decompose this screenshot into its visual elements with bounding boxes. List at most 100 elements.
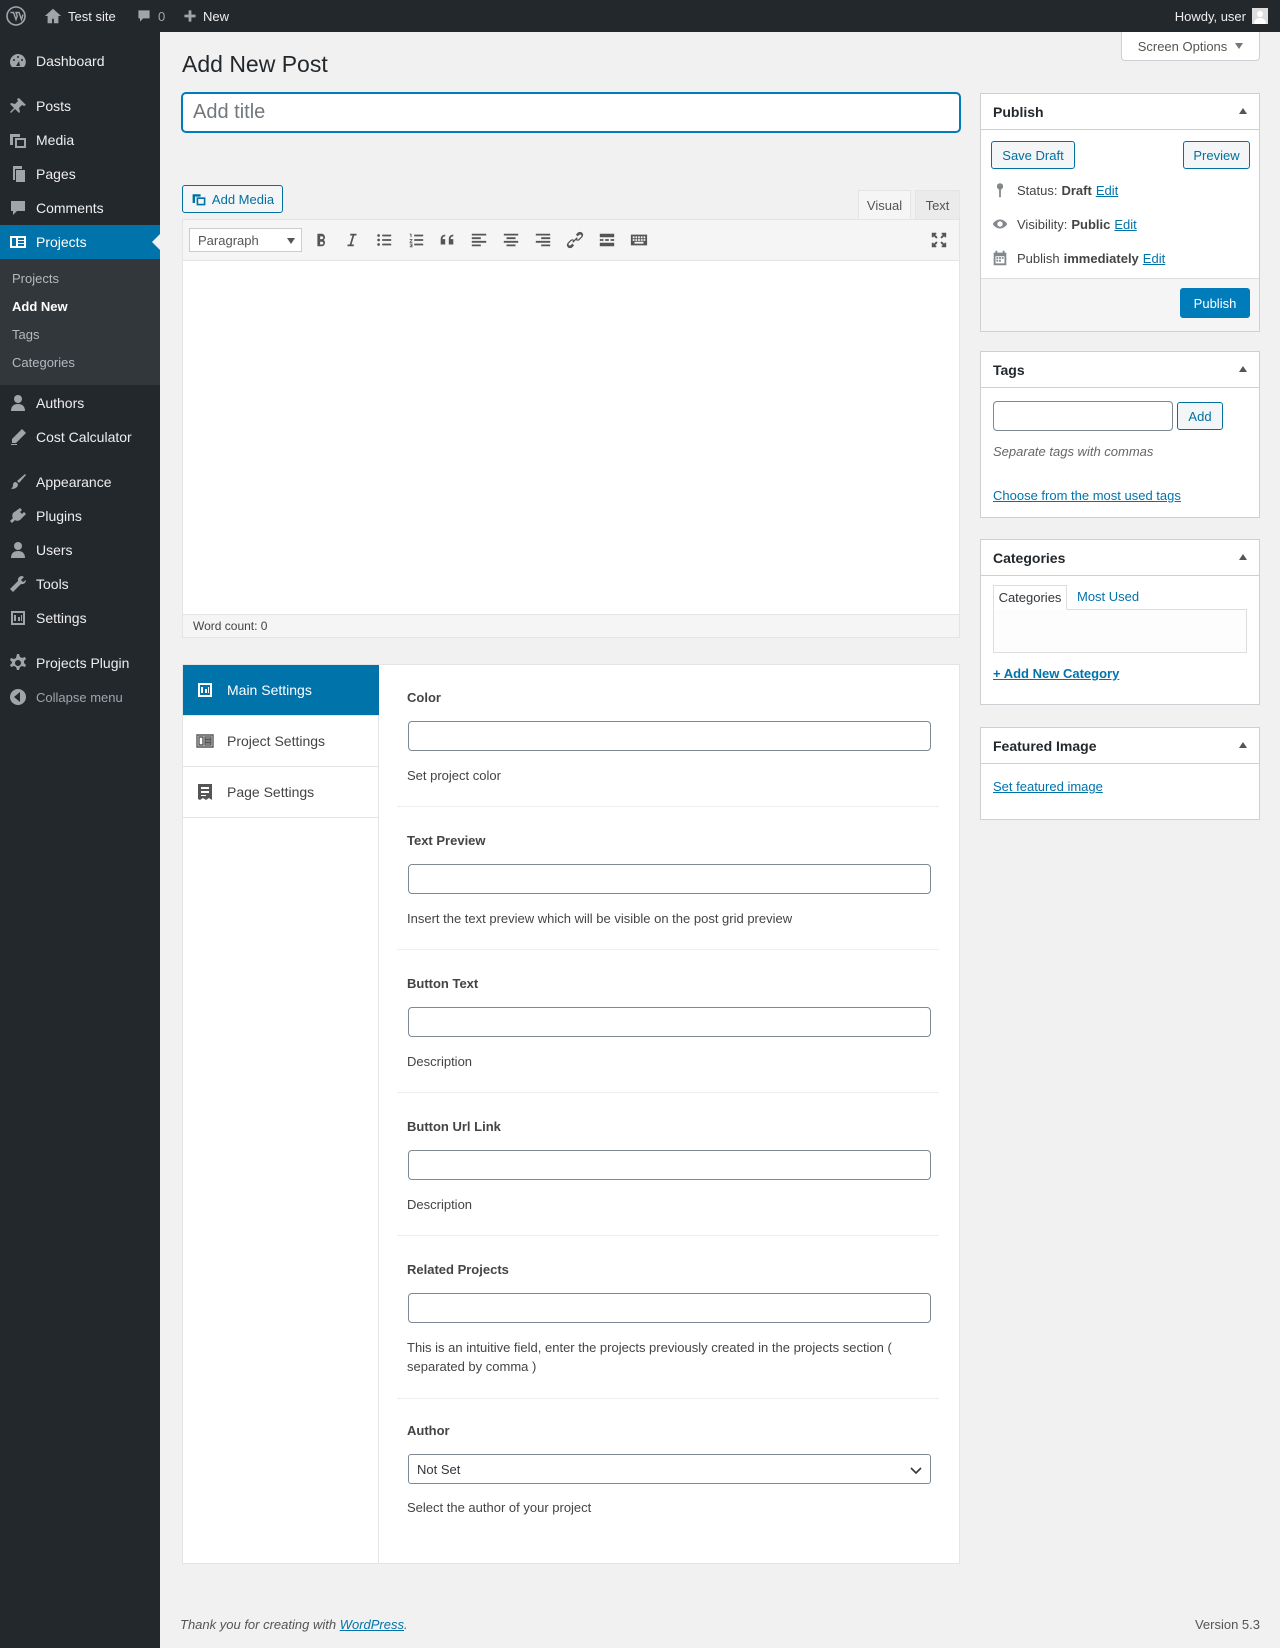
divider: [397, 806, 939, 807]
sidebar-item-label: Media: [36, 132, 75, 148]
sidebar-item-users[interactable]: Users: [0, 533, 160, 567]
bulleted-list-icon[interactable]: [374, 230, 394, 250]
publish-box-title: Publish: [993, 103, 1044, 120]
tab-all-categories[interactable]: Categories: [993, 585, 1067, 610]
featured-image-header[interactable]: Featured Image: [981, 728, 1259, 764]
set-featured-image-link[interactable]: Set featured image: [993, 779, 1103, 794]
tags-box-title: Tags: [993, 361, 1025, 378]
format-select[interactable]: Paragraph: [189, 228, 302, 252]
edit-status-link[interactable]: Edit: [1096, 183, 1118, 198]
projects-submenu: Projects Add New Tags Categories: [0, 259, 160, 385]
add-tag-button[interactable]: Add: [1177, 402, 1223, 430]
categories-box-header[interactable]: Categories: [981, 540, 1259, 576]
sidebar-item-authors[interactable]: Authors: [0, 386, 160, 420]
sidebar-item-settings[interactable]: Settings: [0, 601, 160, 635]
collapse-arrow-icon[interactable]: [1239, 366, 1247, 372]
post-title-input[interactable]: [182, 93, 960, 132]
preview-button[interactable]: Preview: [1183, 141, 1250, 169]
field-description: Description: [407, 1054, 473, 1069]
tags-box-header[interactable]: Tags: [981, 352, 1259, 388]
sidebar-item-dashboard[interactable]: Dashboard: [0, 44, 160, 78]
tab-page-settings[interactable]: Page Settings: [183, 767, 379, 818]
align-center-icon[interactable]: [501, 230, 521, 250]
tab-project-settings[interactable]: Project Settings: [183, 716, 379, 767]
brush-icon: [0, 472, 36, 492]
collapse-arrow-icon[interactable]: [1239, 742, 1247, 748]
align-right-icon[interactable]: [533, 230, 553, 250]
author-value: Not Set: [417, 1461, 461, 1477]
collapse-arrow-icon[interactable]: [1239, 554, 1247, 560]
site-name-link[interactable]: Test site: [44, 0, 116, 32]
related-projects-input[interactable]: [408, 1293, 931, 1323]
italic-icon[interactable]: [342, 230, 362, 250]
comments-link[interactable]: 0: [136, 0, 165, 32]
toolbar-toggle-icon[interactable]: [629, 230, 649, 250]
read-more-icon[interactable]: [597, 230, 617, 250]
calendar-icon: [993, 250, 1007, 266]
wordpress-link[interactable]: WordPress: [340, 1617, 404, 1632]
project-settings-box: Main Settings Project Settings Page Sett…: [182, 664, 960, 1564]
edit-schedule-link[interactable]: Edit: [1143, 251, 1165, 266]
tab-visual[interactable]: Visual: [858, 190, 911, 220]
publish-box-header[interactable]: Publish: [981, 94, 1259, 130]
publish-label: Publish: [1017, 250, 1060, 266]
sidebar-item-appearance[interactable]: Appearance: [0, 465, 160, 499]
gear-icon: [0, 653, 36, 673]
screen-options-button[interactable]: Screen Options: [1121, 32, 1260, 61]
button-url-input[interactable]: [408, 1150, 931, 1180]
sidebar-item-cost-calculator[interactable]: Cost Calculator: [0, 420, 160, 454]
sidebar-item-tools[interactable]: Tools: [0, 567, 160, 601]
add-media-button[interactable]: Add Media: [182, 185, 283, 213]
post-editor: Paragraph Word count: 0: [182, 219, 960, 638]
submenu-item-tags[interactable]: Tags: [12, 327, 39, 342]
field-description: This is an intuitive field, enter the pr…: [407, 1340, 892, 1374]
author-select[interactable]: Not Set: [408, 1454, 931, 1484]
add-media-label: Add Media: [211, 191, 275, 207]
color-input[interactable]: [408, 721, 931, 751]
publish-button[interactable]: Publish: [1180, 288, 1250, 318]
bold-icon[interactable]: [311, 230, 331, 250]
tab-main-settings[interactable]: Main Settings: [183, 665, 379, 716]
sidebar-item-label: Cost Calculator: [36, 429, 132, 445]
save-draft-button[interactable]: Save Draft: [991, 141, 1075, 169]
collapse-arrow-icon[interactable]: [1239, 108, 1247, 114]
wordpress-logo-icon[interactable]: [6, 0, 26, 32]
pin-icon: [0, 96, 36, 116]
sidebar-item-media[interactable]: Media: [0, 123, 160, 157]
sidebar-item-pages[interactable]: Pages: [0, 157, 160, 191]
sidebar-item-projects[interactable]: Projects: [0, 225, 160, 259]
tab-most-used[interactable]: Most Used: [1077, 589, 1139, 604]
tab-label: Project Settings: [227, 733, 326, 749]
pencil-icon: [0, 427, 36, 447]
tab-text[interactable]: Text: [915, 190, 960, 220]
link-icon[interactable]: [565, 230, 585, 250]
submenu-item-categories[interactable]: Categories: [12, 355, 75, 370]
add-new-category-link[interactable]: + Add New Category: [993, 666, 1119, 681]
pages-icon: [0, 164, 36, 184]
field-description: Set project color: [407, 768, 501, 783]
sidebar-item-label: Projects: [36, 234, 87, 250]
media-icon: [192, 194, 206, 206]
new-tag-input[interactable]: [993, 401, 1173, 431]
sidebar-item-posts[interactable]: Posts: [0, 89, 160, 123]
button-text-input[interactable]: [408, 1007, 931, 1037]
chevron-down-icon: [910, 1467, 922, 1475]
sidebar-item-projects-plugin[interactable]: Projects Plugin: [0, 646, 160, 680]
blockquote-icon[interactable]: [437, 230, 457, 250]
numbered-list-icon[interactable]: [406, 230, 426, 250]
user-account-link[interactable]: Howdy, user: [1175, 0, 1268, 32]
sliders-icon: [183, 680, 227, 700]
fullscreen-icon[interactable]: [929, 230, 949, 250]
sidebar-item-comments[interactable]: Comments: [0, 191, 160, 225]
projects-icon: [0, 232, 36, 252]
submenu-item-add-new[interactable]: Add New: [12, 299, 68, 314]
edit-visibility-link[interactable]: Edit: [1114, 217, 1136, 232]
text-preview-input[interactable]: [408, 864, 931, 894]
align-left-icon[interactable]: [469, 230, 489, 250]
collapse-menu-button[interactable]: Collapse menu: [0, 680, 160, 714]
new-content-link[interactable]: New: [183, 0, 229, 32]
sidebar-item-plugins[interactable]: Plugins: [0, 499, 160, 533]
submenu-item-projects[interactable]: Projects: [12, 271, 59, 286]
choose-tags-link[interactable]: Choose from the most used tags: [993, 488, 1181, 503]
dashboard-icon: [0, 51, 36, 71]
